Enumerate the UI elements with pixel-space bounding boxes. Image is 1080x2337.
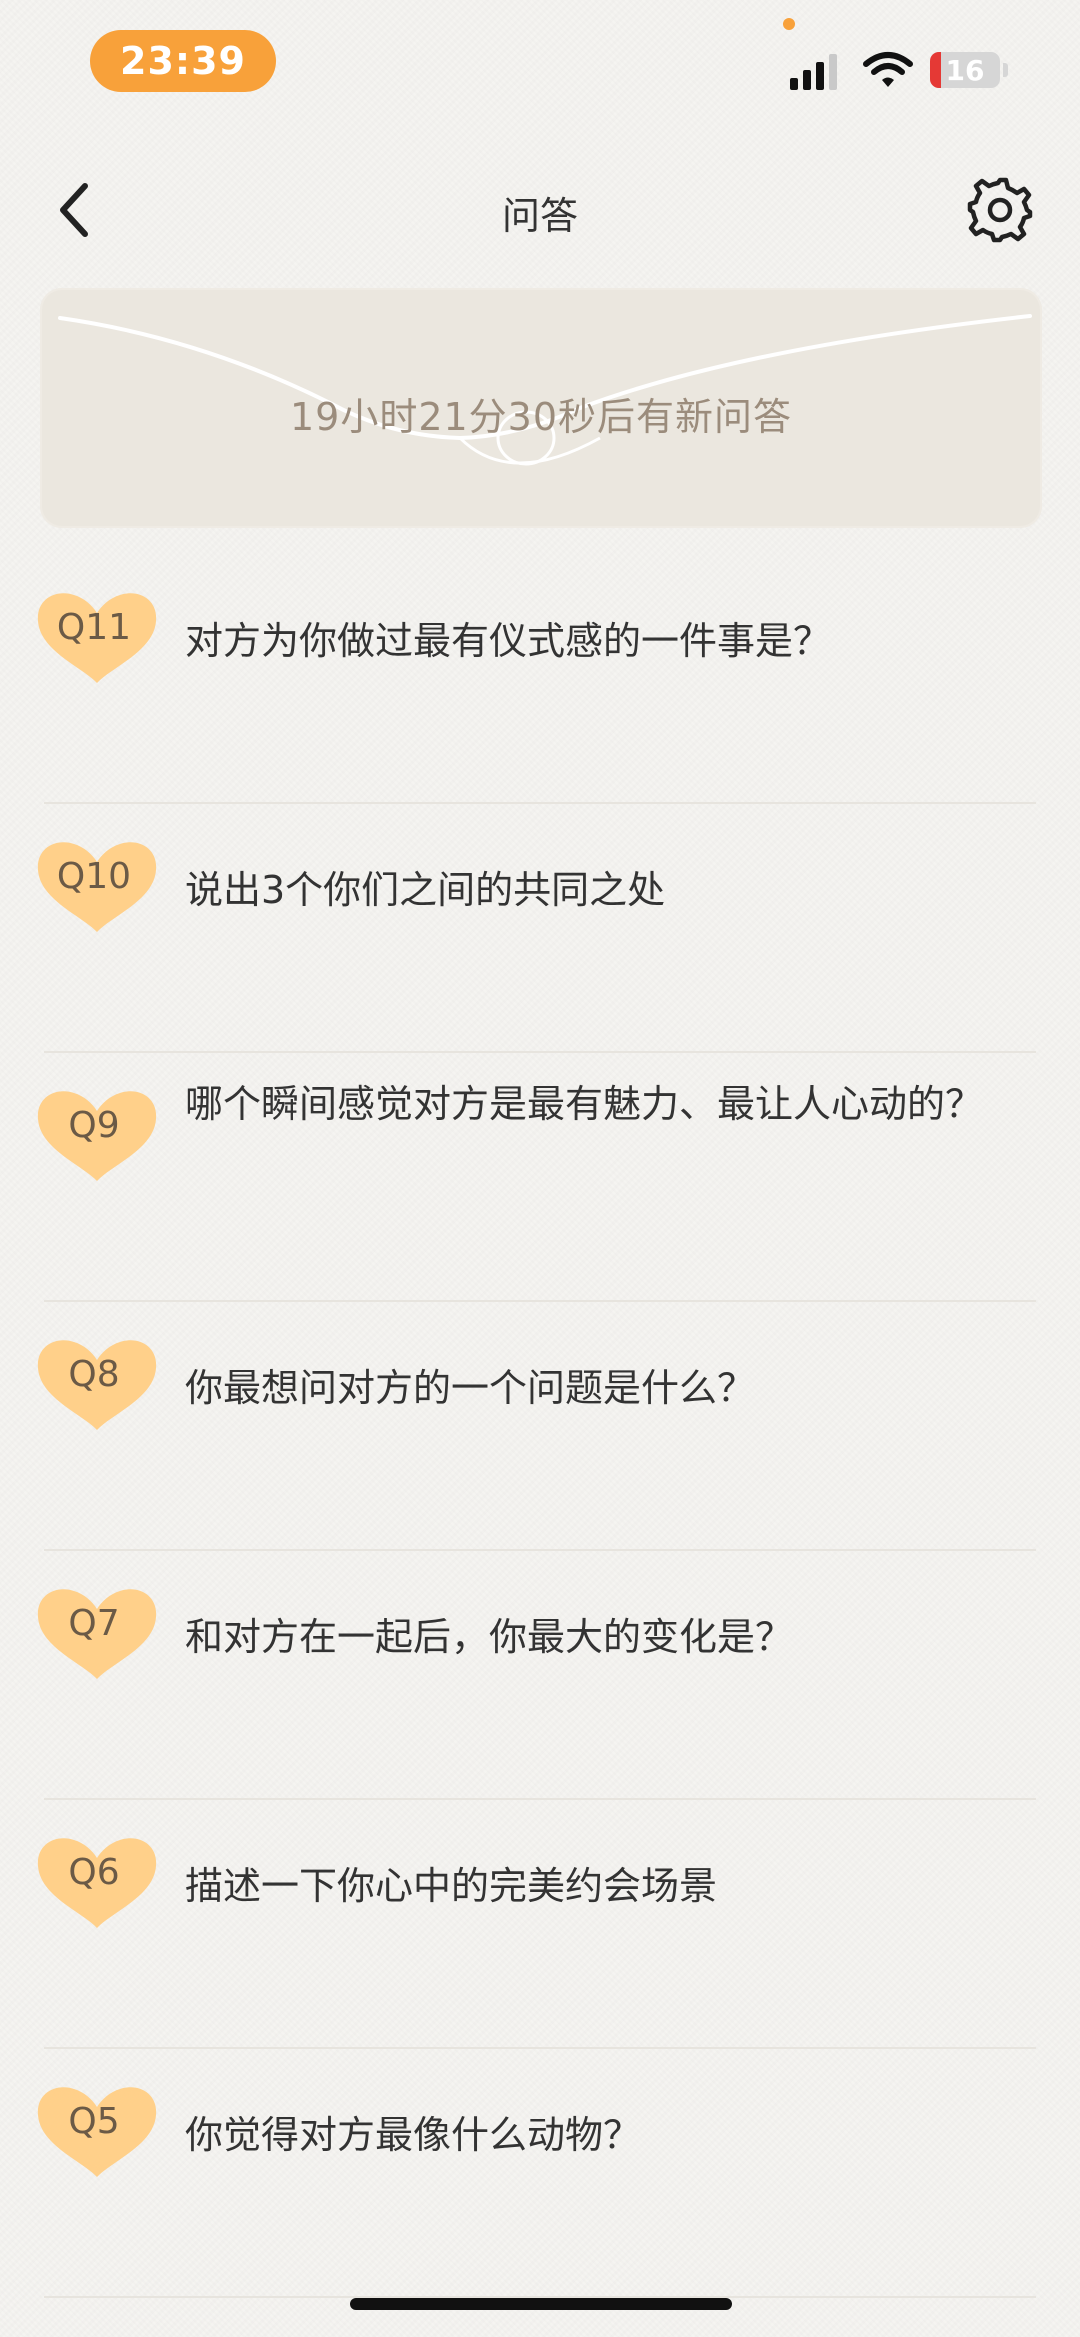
gear-icon <box>967 177 1033 243</box>
question-number: Q7 <box>68 1603 120 1644</box>
question-item[interactable]: Q7 和对方在一起后，你最大的变化是？ <box>0 1551 1080 1800</box>
question-text: 说出3个你们之间的共同之处 <box>185 868 666 912</box>
question-text: 你觉得对方最像什么动物？ <box>185 2113 642 2157</box>
wifi-icon <box>863 52 913 87</box>
cellular-signal-icon <box>790 54 837 90</box>
status-time: 23:39 <box>90 30 276 92</box>
question-text: 描述一下你心中的完美约会场景 <box>185 1864 718 1908</box>
question-text: 和对方在一起后，你最大的变化是？ <box>185 1615 794 1659</box>
question-number: Q9 <box>68 1105 120 1146</box>
battery-indicator: 16 <box>930 52 1000 88</box>
battery-percent: 16 <box>945 53 985 87</box>
countdown-text: 19小时21分30秒后有新问答 <box>289 395 793 439</box>
question-item[interactable]: Q8 你最想问对方的一个问题是什么？ <box>0 1302 1080 1551</box>
question-number: Q5 <box>68 2101 120 2142</box>
question-number: Q6 <box>68 1852 120 1893</box>
question-item[interactable]: Q11 对方为你做过最有仪式感的一件事是？ <box>0 555 1080 804</box>
question-badge: Q7 <box>34 1581 160 1681</box>
question-number: Q11 <box>56 607 132 648</box>
home-indicator[interactable] <box>350 2298 732 2310</box>
battery-tip <box>1003 63 1008 77</box>
question-number: Q10 <box>56 856 132 897</box>
countdown-envelope-banner: 19小时21分30秒后有新问答 <box>40 288 1042 528</box>
question-text: 对方为你做过最有仪式感的一件事是？ <box>185 619 832 663</box>
nav-bar: 问答 <box>0 150 1080 270</box>
question-item[interactable]: Q5 你觉得对方最像什么动物？ <box>0 2049 1080 2298</box>
privacy-indicator-dot <box>783 18 795 30</box>
settings-button[interactable] <box>960 170 1040 250</box>
question-badge: Q9 <box>34 1083 160 1183</box>
question-badge: Q6 <box>34 1830 160 1930</box>
question-list: Q11 对方为你做过最有仪式感的一件事是？ Q10 说出3个你们之间的共同之处 … <box>0 555 1080 2298</box>
battery-level-fill <box>930 52 942 88</box>
question-item[interactable]: Q6 描述一下你心中的完美约会场景 <box>0 1800 1080 2049</box>
question-badge: Q8 <box>34 1332 160 1432</box>
question-text: 哪个瞬间感觉对方是最有魅力、最让人心动的？ <box>185 1082 984 1126</box>
question-text: 你最想问对方的一个问题是什么？ <box>185 1366 756 1410</box>
question-number: Q8 <box>68 1354 120 1395</box>
question-item[interactable]: Q9 哪个瞬间感觉对方是最有魅力、最让人心动的？ <box>0 1053 1080 1302</box>
question-badge: Q5 <box>34 2079 160 2179</box>
question-badge: Q11 <box>34 585 160 685</box>
page-title: 问答 <box>501 194 578 238</box>
question-item[interactable]: Q10 说出3个你们之间的共同之处 <box>0 804 1080 1053</box>
question-badge: Q10 <box>34 834 160 934</box>
status-bar: 23:39 16 <box>0 0 1080 110</box>
